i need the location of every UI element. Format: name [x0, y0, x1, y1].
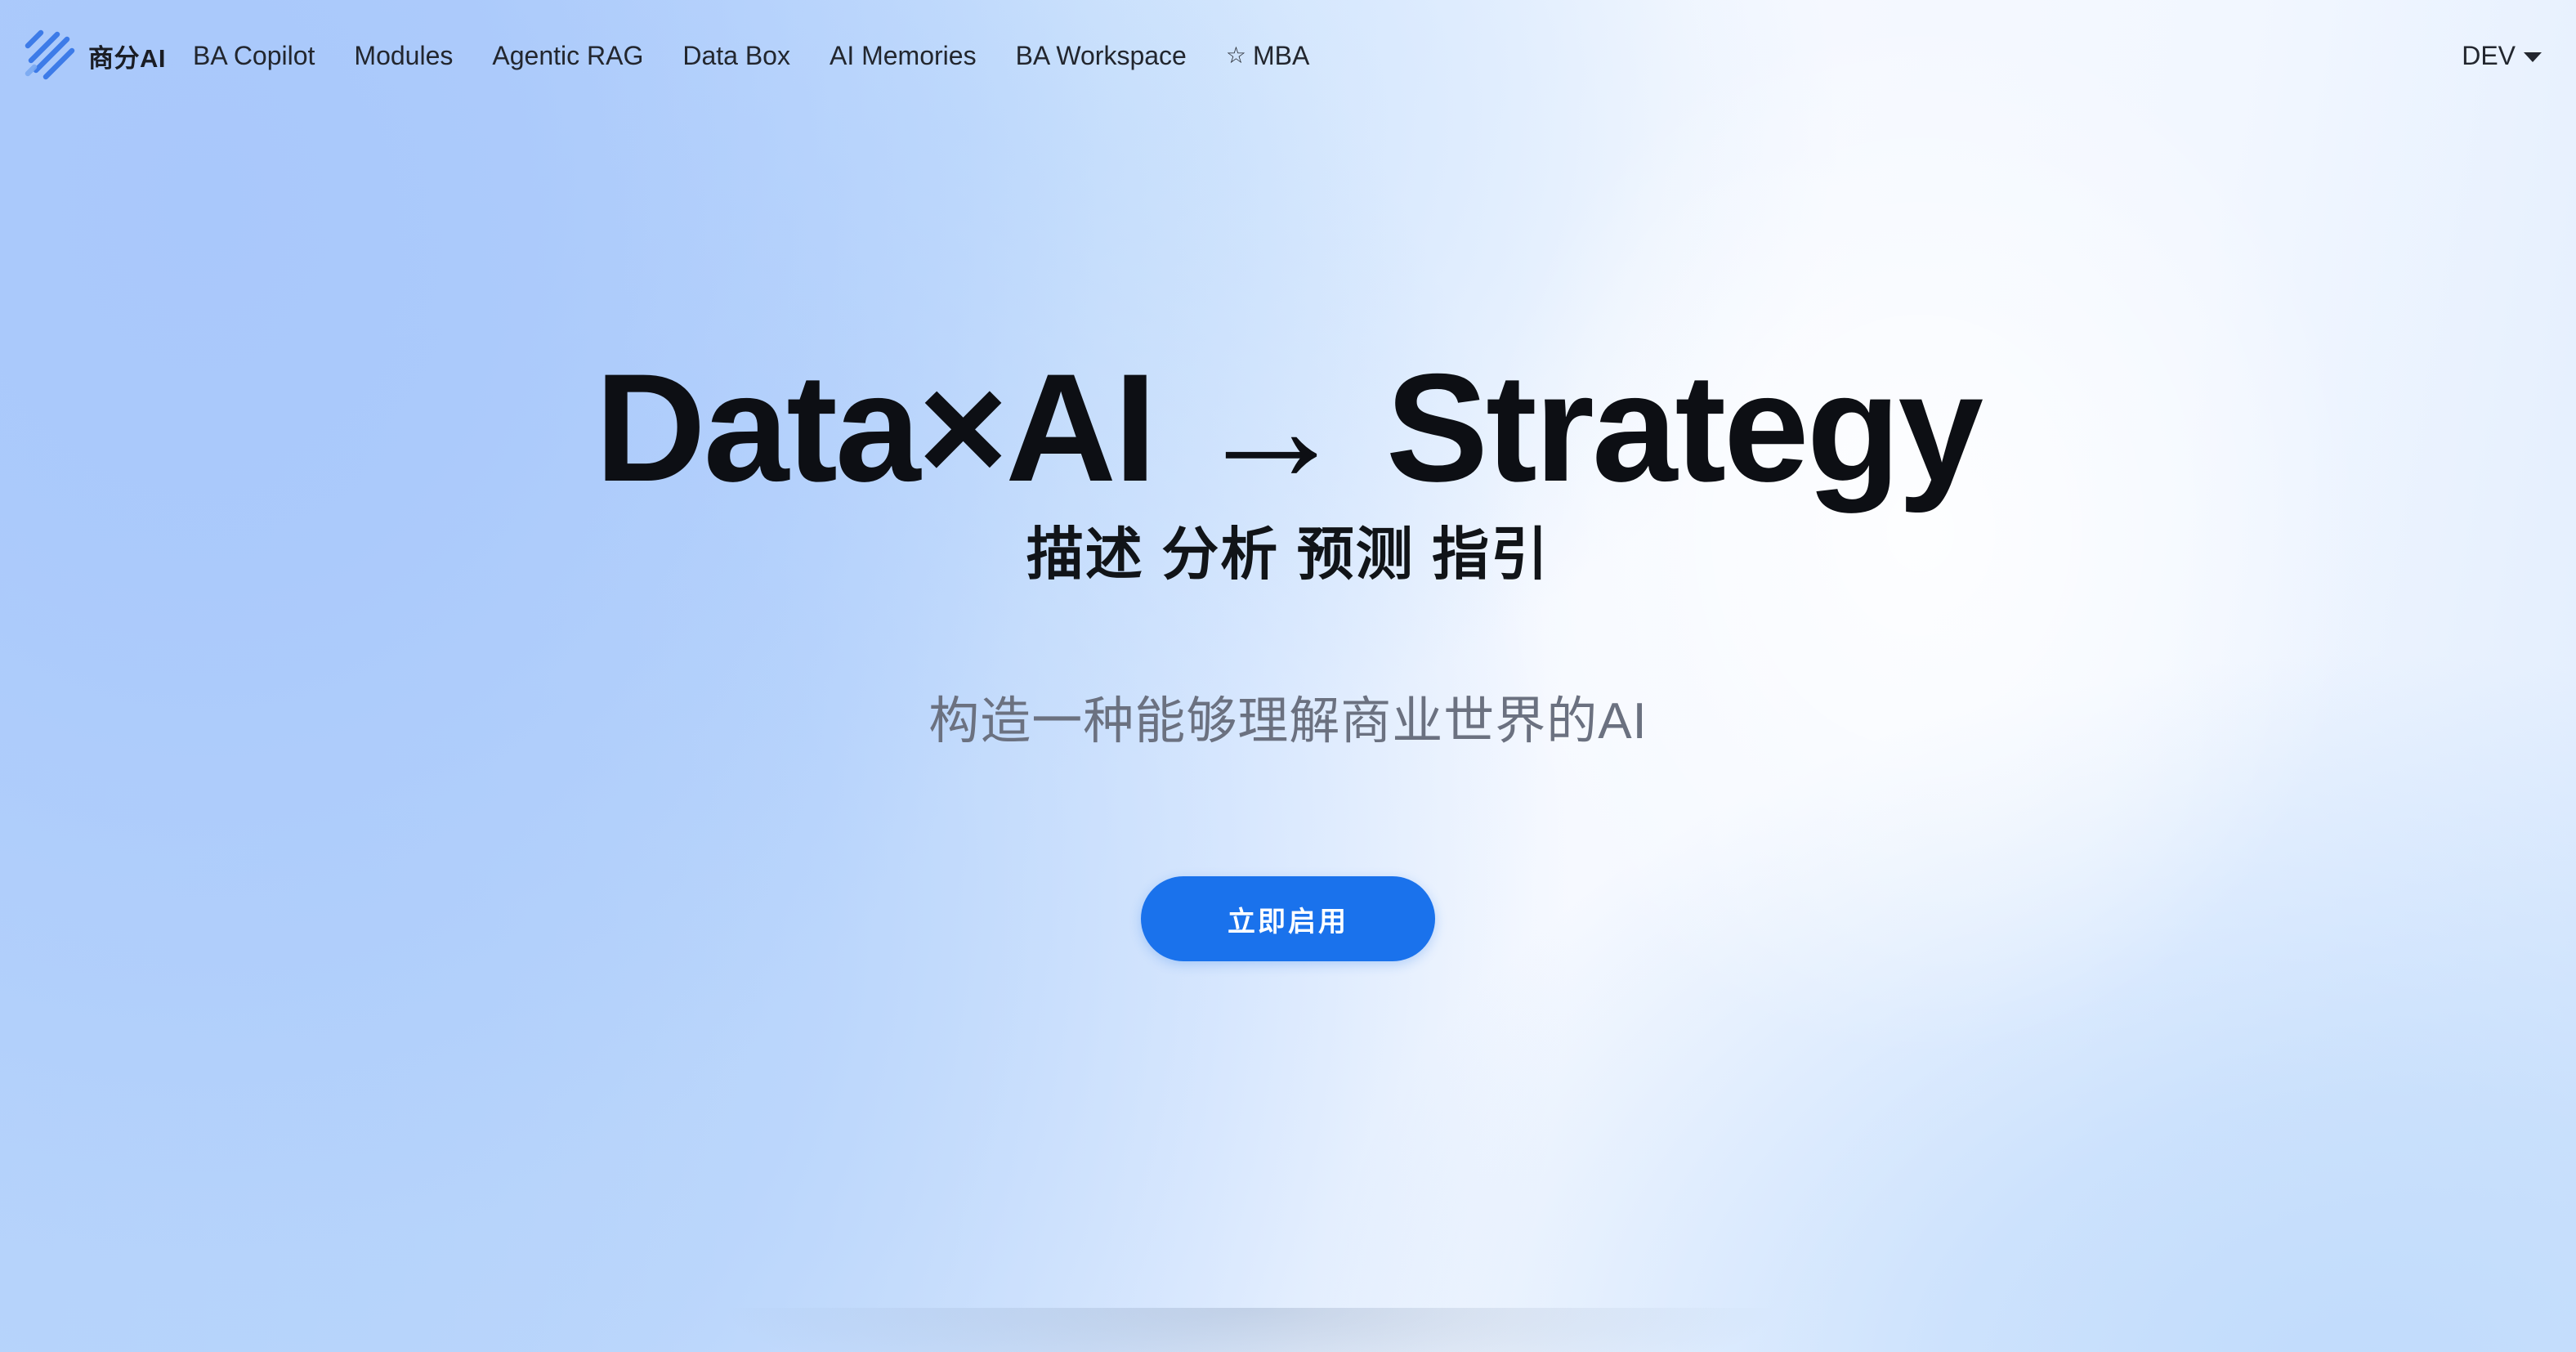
top-navbar: 商分AI BA Copilot Modules Agentic RAG Data…: [0, 0, 2576, 111]
nav-item-ba-copilot[interactable]: BA Copilot: [193, 41, 315, 71]
brand-name: 商分AI: [88, 43, 166, 73]
hero-title: Data×AI → Strategy: [594, 342, 1983, 513]
nav-item-data-box[interactable]: Data Box: [682, 41, 790, 71]
nav-item-ba-workspace[interactable]: BA Workspace: [1016, 41, 1187, 71]
stripes-logo-icon: [25, 29, 75, 80]
environment-label: DEV: [2462, 40, 2516, 70]
nav-item-modules[interactable]: Modules: [354, 41, 453, 71]
nav-item-mba-label: MBA: [1252, 40, 1310, 70]
hero-subtitle: 描述 分析 预测 指引: [1026, 522, 1550, 586]
environment-dropdown[interactable]: DEV: [2462, 36, 2542, 75]
bottom-shadow: [719, 1308, 1782, 1352]
start-now-button[interactable]: 立即启用: [1141, 876, 1435, 961]
main-nav: BA Copilot Modules Agentic RAG Data Box …: [193, 36, 1348, 75]
hero-tagline: 构造一种能够理解商业世界的AI: [928, 693, 1648, 750]
caret-down-icon: [2524, 52, 2542, 62]
nav-item-mba[interactable]: ☆ MBA: [1226, 41, 1309, 71]
star-outline-icon: ☆: [1225, 43, 1246, 68]
brand-home-link[interactable]: 商分AI: [25, 29, 166, 82]
nav-item-ai-memories[interactable]: AI Memories: [830, 41, 977, 71]
nav-item-agentic-rag[interactable]: Agentic RAG: [492, 41, 643, 71]
